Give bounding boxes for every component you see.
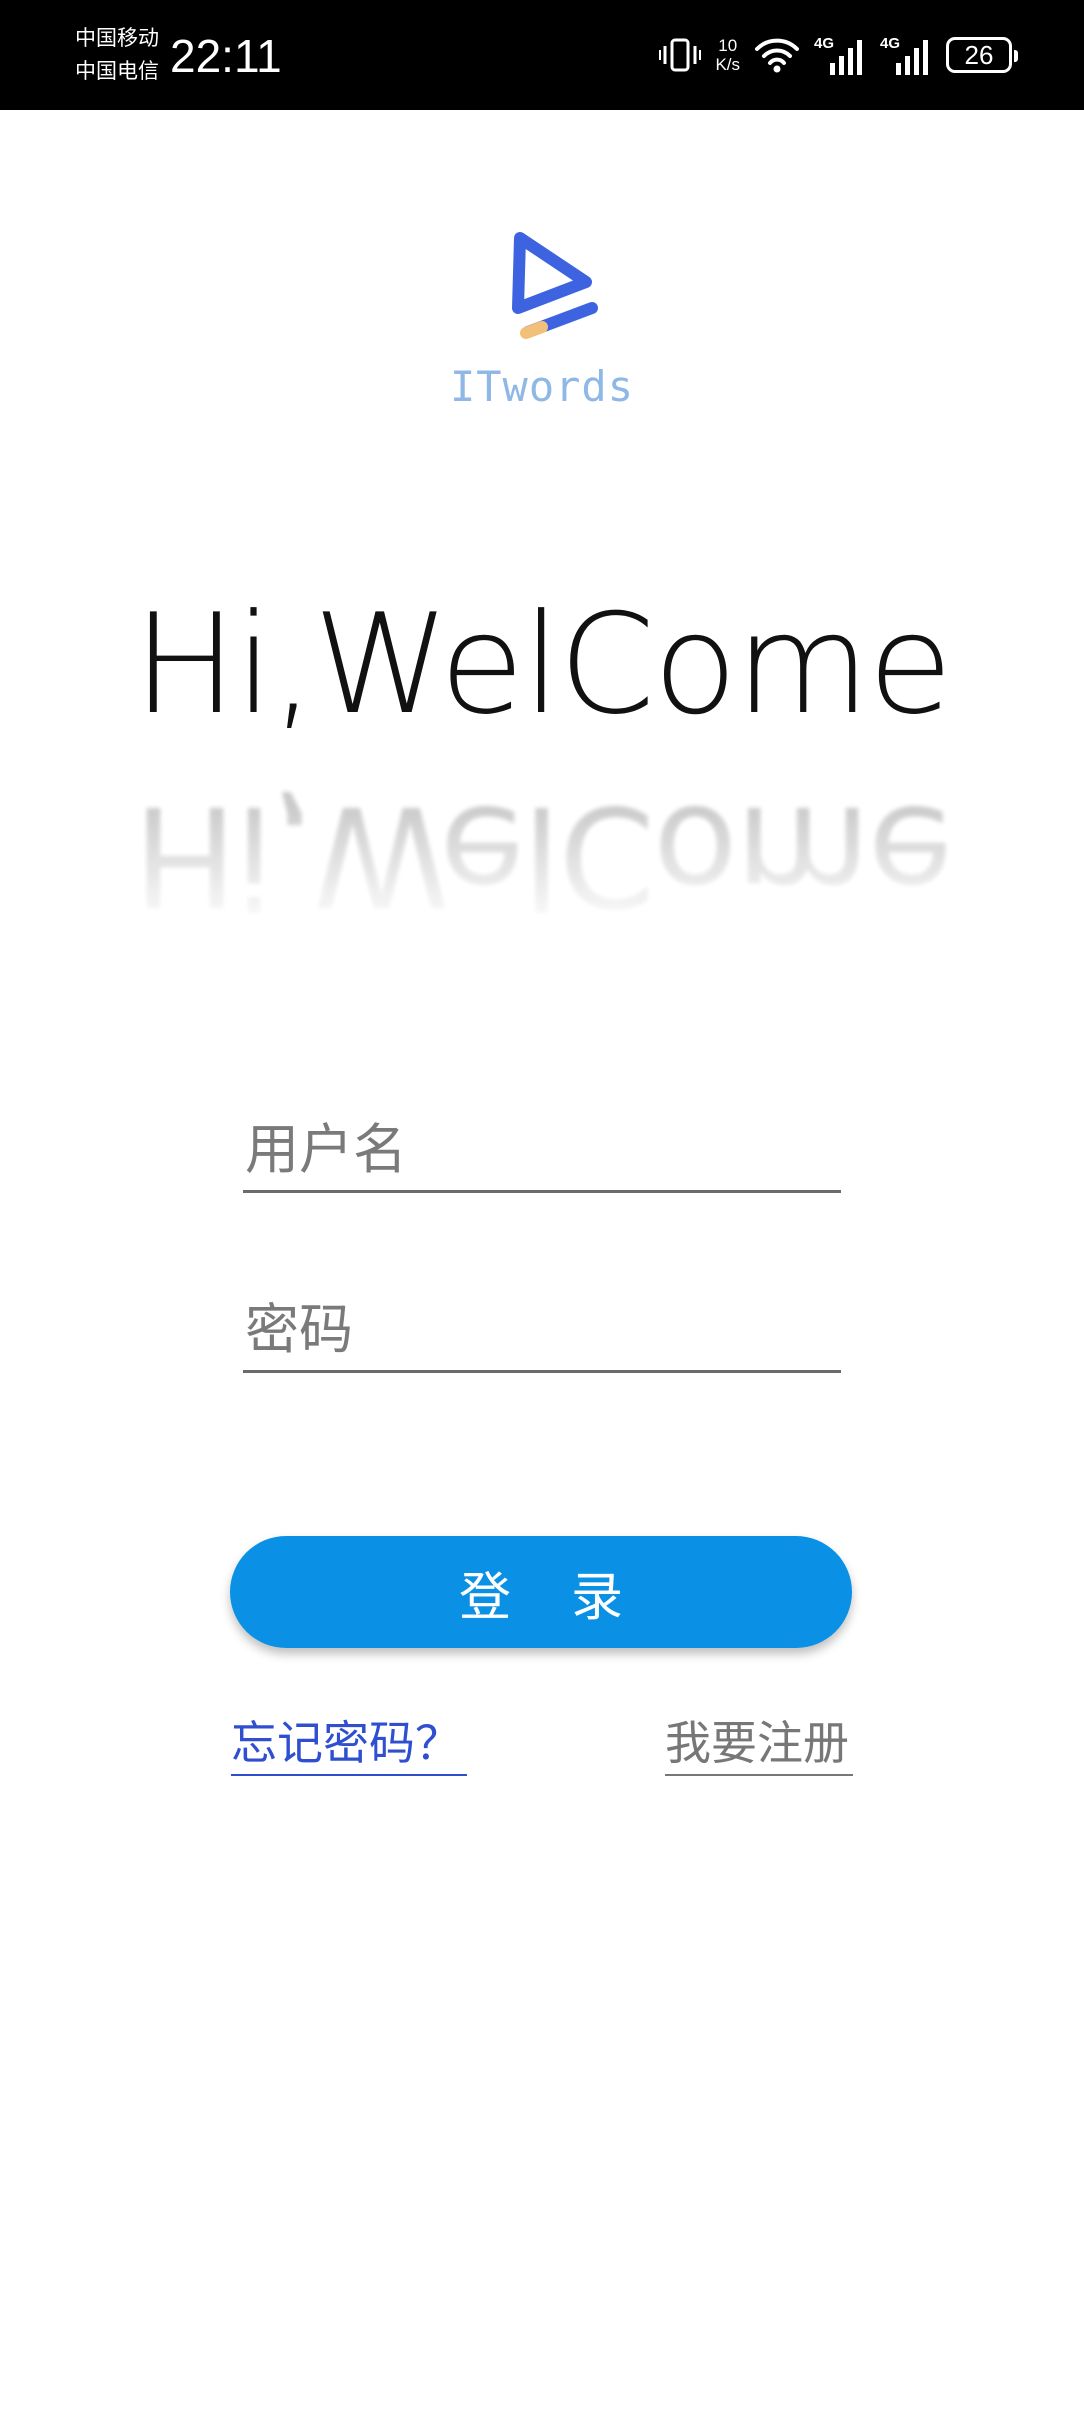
- status-time: 22:11: [170, 30, 282, 82]
- brand-name: ITwords: [449, 362, 634, 411]
- welcome-title: Hi,WelCome: [133, 584, 953, 745]
- forgot-password-link[interactable]: 忘记密码？: [231, 1712, 467, 1776]
- carrier-1: 中国移动: [75, 26, 159, 50]
- signal-bars-icon: [896, 40, 928, 75]
- net-speed-unit: K/s: [715, 55, 740, 74]
- net-speed-value: 10: [718, 36, 738, 55]
- status-icons: 10 K/s 4G 4G 26: [659, 30, 1018, 80]
- status-bar: 中国移动 中国电信 22:11 10 K/s 4G 4G 26: [0, 0, 1084, 110]
- login-button[interactable]: 登录: [230, 1536, 852, 1648]
- signal-2: 4G: [880, 35, 932, 75]
- battery-icon: 26: [946, 37, 1018, 73]
- signal-bars-icon: [830, 40, 862, 75]
- carrier-2: 中国电信: [75, 59, 159, 83]
- vibrate-icon: [659, 38, 702, 72]
- password-input[interactable]: [243, 1293, 841, 1373]
- signal-1: 4G: [814, 35, 866, 75]
- welcome-title-reflection: Hi,WelCome: [133, 775, 951, 936]
- username-input[interactable]: [243, 1113, 841, 1193]
- wifi-icon: [755, 38, 799, 73]
- net-speed: 10 K/s: [715, 36, 740, 74]
- app-logo-icon: [512, 232, 598, 339]
- register-link[interactable]: 我要注册: [665, 1712, 853, 1776]
- carrier-info: 中国移动 中国电信: [75, 22, 159, 88]
- battery-level: 26: [964, 39, 994, 70]
